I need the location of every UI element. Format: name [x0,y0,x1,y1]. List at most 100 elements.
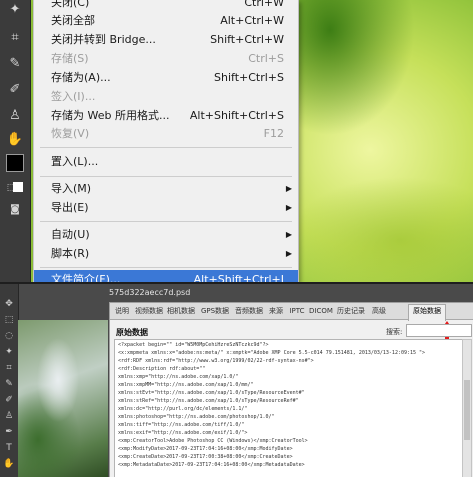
tab-audio-data[interactable]: 音频数据 [234,305,264,318]
tools-panel: ✦ ⌗ ✎ ✐ ♙ ✋ ⬚ ◙ [0,0,31,282]
xml-line: <xmp:CreatorTool>Adobe Photoshop CC (Win… [118,438,308,444]
submenu-arrow-icon: ▶ [285,249,292,258]
search-input[interactable] [406,324,472,337]
submenu-arrow-icon: ▶ [285,203,292,212]
hand-icon[interactable]: ✋ [3,458,15,470]
menu-item-label: 恢复(V) [51,127,90,140]
background-color-swatch[interactable] [13,182,23,192]
menu-separator [40,176,292,177]
menu-item-label: 存储为 Web 所用格式... [51,109,170,122]
tab-bar: 说明 视频数据 相机数据 GPS数据 音频数据 来源 IPTC DICOM 历史… [110,303,473,321]
brush-icon[interactable]: ✐ [6,82,24,98]
menu-item-label: 签入(I)... [51,90,96,103]
menu-item-shortcut: Alt+Shift+Ctrl+S [189,109,284,122]
menu-item-shortcut: Shift+Ctrl+S [214,71,284,84]
wand-icon[interactable]: ✦ [6,2,24,18]
tab-dicom[interactable]: DICOM [308,305,334,318]
tab-gps-data[interactable]: GPS数据 [198,305,232,318]
bottom-panel: ✥ ⬚ ◌ ✦ ⌗ ✎ ✐ ♙ ✒ T ✋ 575d322aecc7d.psd … [0,284,473,477]
type-icon[interactable]: T [3,442,15,454]
menu-item-label: 脚本(R) [51,247,90,260]
menu-item-label: 关闭全部 [51,14,95,27]
xml-line: <rdf:Description rdf:about="" [118,366,206,372]
lasso-icon[interactable]: ◌ [3,330,15,342]
menu-item-label: 关闭并转到 Bridge... [51,33,156,46]
menu-item-place[interactable]: 置入(L)... [34,152,298,172]
xml-line: xmlns:stRef="http://ns.adobe.com/xap/1.0… [118,398,299,404]
foreground-color-swatch[interactable] [6,154,24,172]
crop-icon[interactable]: ⌗ [3,362,15,374]
stamp-icon[interactable]: ♙ [6,108,24,124]
xml-line: xmlns:tiff="http://ns.adobe.com/tiff/1.0… [118,422,245,428]
xml-line: xmlns:stEvt="http://ns.adobe.com/xap/1.0… [118,390,305,396]
xml-line: xmlns:dc="http://purl.org/dc/elements/1.… [118,406,248,412]
tab-camera-data[interactable]: 相机数据 [166,305,196,318]
hand-icon[interactable]: ✋ [6,132,24,148]
menu-item-shortcut: Alt+Shift+Ctrl+I [193,273,284,282]
pen-icon[interactable]: ✒ [3,426,15,438]
tab-advanced[interactable]: 高级 [368,305,390,318]
xml-line: xmlns:exif="http://ns.adobe.com/exif/1.0… [118,430,248,436]
menu-item-close-go-bridge[interactable]: 关闭并转到 Bridge... Shift+Ctrl+W [34,30,298,50]
wand-icon[interactable]: ✦ [3,346,15,358]
xml-line: xmlns:photoshop="http://ns.adobe.com/pho… [118,414,275,420]
submenu-arrow-icon: ▶ [285,184,292,193]
tab-video-data[interactable]: 视频数据 [134,305,164,318]
scrollbar-thumb[interactable] [464,380,470,440]
eyedropper-icon[interactable]: ✎ [6,56,24,72]
xml-line: xmlns:xmp="http://ns.adobe.com/xap/1.0/" [118,374,239,380]
eyedropper-icon[interactable]: ✎ [3,378,15,390]
stamp-icon[interactable]: ♙ [3,410,15,422]
menu-item-revert[interactable]: 恢复(V) F12 [34,124,298,144]
submenu-arrow-icon: ▶ [285,230,292,239]
move-icon[interactable]: ✥ [3,298,15,310]
menu-item-automate[interactable]: 自动(U) ▶ [34,225,298,245]
file-info-dialog: 说明 视频数据 相机数据 GPS数据 音频数据 来源 IPTC DICOM 历史… [109,302,473,477]
top-panel: ✦ ⌗ ✎ ✐ ♙ ✋ ⬚ ◙ 关闭(C) Ctrl+W 关闭全部 Alt+Ct… [0,0,473,282]
menu-item-label: 存储为(A)... [51,71,111,84]
menu-item-check-in[interactable]: 签入(I)... [34,87,298,107]
xml-line: <xmp:CreateDate>2017-09-23T17:00:38+08:0… [118,454,293,460]
menu-item-save-as[interactable]: 存储为(A)... Shift+Ctrl+S [34,68,298,88]
menu-item-import[interactable]: 导入(M) ▶ [34,179,298,199]
tools-panel: ✥ ⬚ ◌ ✦ ⌗ ✎ ✐ ♙ ✒ T ✋ [0,284,19,477]
tab-iptc[interactable]: IPTC [288,305,306,318]
menu-item-label: 文件简介(F)... [51,273,121,282]
raw-xml-textarea[interactable]: <?xpacket begin="" id="W5M0MpCehiHzreSzN… [114,339,464,477]
xml-line: <rdf:RDF xmlns:rdf="http://www.w3.org/19… [118,358,314,364]
menu-separator [40,147,292,148]
tab-raw-data[interactable]: 原始数据 [408,304,446,321]
xml-line: <xmp:ModifyDate>2017-09-23T17:04:16+08:0… [118,446,293,452]
brush-icon[interactable]: ✐ [3,394,15,406]
menu-item-label: 导入(M) [51,182,92,195]
menu-item-file-info[interactable]: 文件简介(F)... Alt+Shift+Ctrl+I [34,270,298,282]
vertical-scrollbar[interactable] [462,339,472,477]
xml-line: <?xpacket begin="" id="W5M0MpCehiHzreSzN… [118,342,269,348]
menu-item-shortcut: F12 [263,127,284,140]
menu-item-label: 存储(S) [51,52,89,65]
xml-line: xmlns:xmpMM="http://ns.adobe.com/xap/1.0… [118,382,254,388]
tab-history[interactable]: 历史记录 [336,305,366,318]
menu-item-label: 自动(U) [51,228,90,241]
menu-item-save[interactable]: 存储(S) Ctrl+S [34,49,298,69]
menu-item-shortcut: Ctrl+S [248,52,284,65]
menu-item-export[interactable]: 导出(E) ▶ [34,198,298,218]
menu-item-scripts[interactable]: 脚本(R) ▶ [34,244,298,264]
menu-item-label: 置入(L)... [51,155,99,168]
tab-origin[interactable]: 来源 [266,305,286,318]
menu-item-save-for-web[interactable]: 存储为 Web 所用格式... Alt+Shift+Ctrl+S [34,106,298,126]
marquee-icon[interactable]: ⬚ [3,314,15,326]
document-tab[interactable]: 575d322aecc7d.psd [109,288,190,297]
menu-separator [40,221,292,222]
quick-mask-icon[interactable]: ◙ [6,202,24,218]
tab-description[interactable]: 说明 [112,305,132,318]
xml-line: <x:xmpmeta xmlns:x="adobe:ns:meta/" x:xm… [118,350,426,356]
menu-item-shortcut: Alt+Ctrl+W [220,14,284,27]
menu-item-close-all[interactable]: 关闭全部 Alt+Ctrl+W [34,11,298,31]
image-canvas[interactable] [18,320,108,477]
menu-separator [40,267,292,268]
search-label: 搜索: [386,328,403,336]
file-menu: 关闭(C) Ctrl+W 关闭全部 Alt+Ctrl+W 关闭并转到 Bridg… [33,0,299,282]
menu-item-shortcut: Shift+Ctrl+W [210,33,284,46]
crop-icon[interactable]: ⌗ [6,30,24,46]
